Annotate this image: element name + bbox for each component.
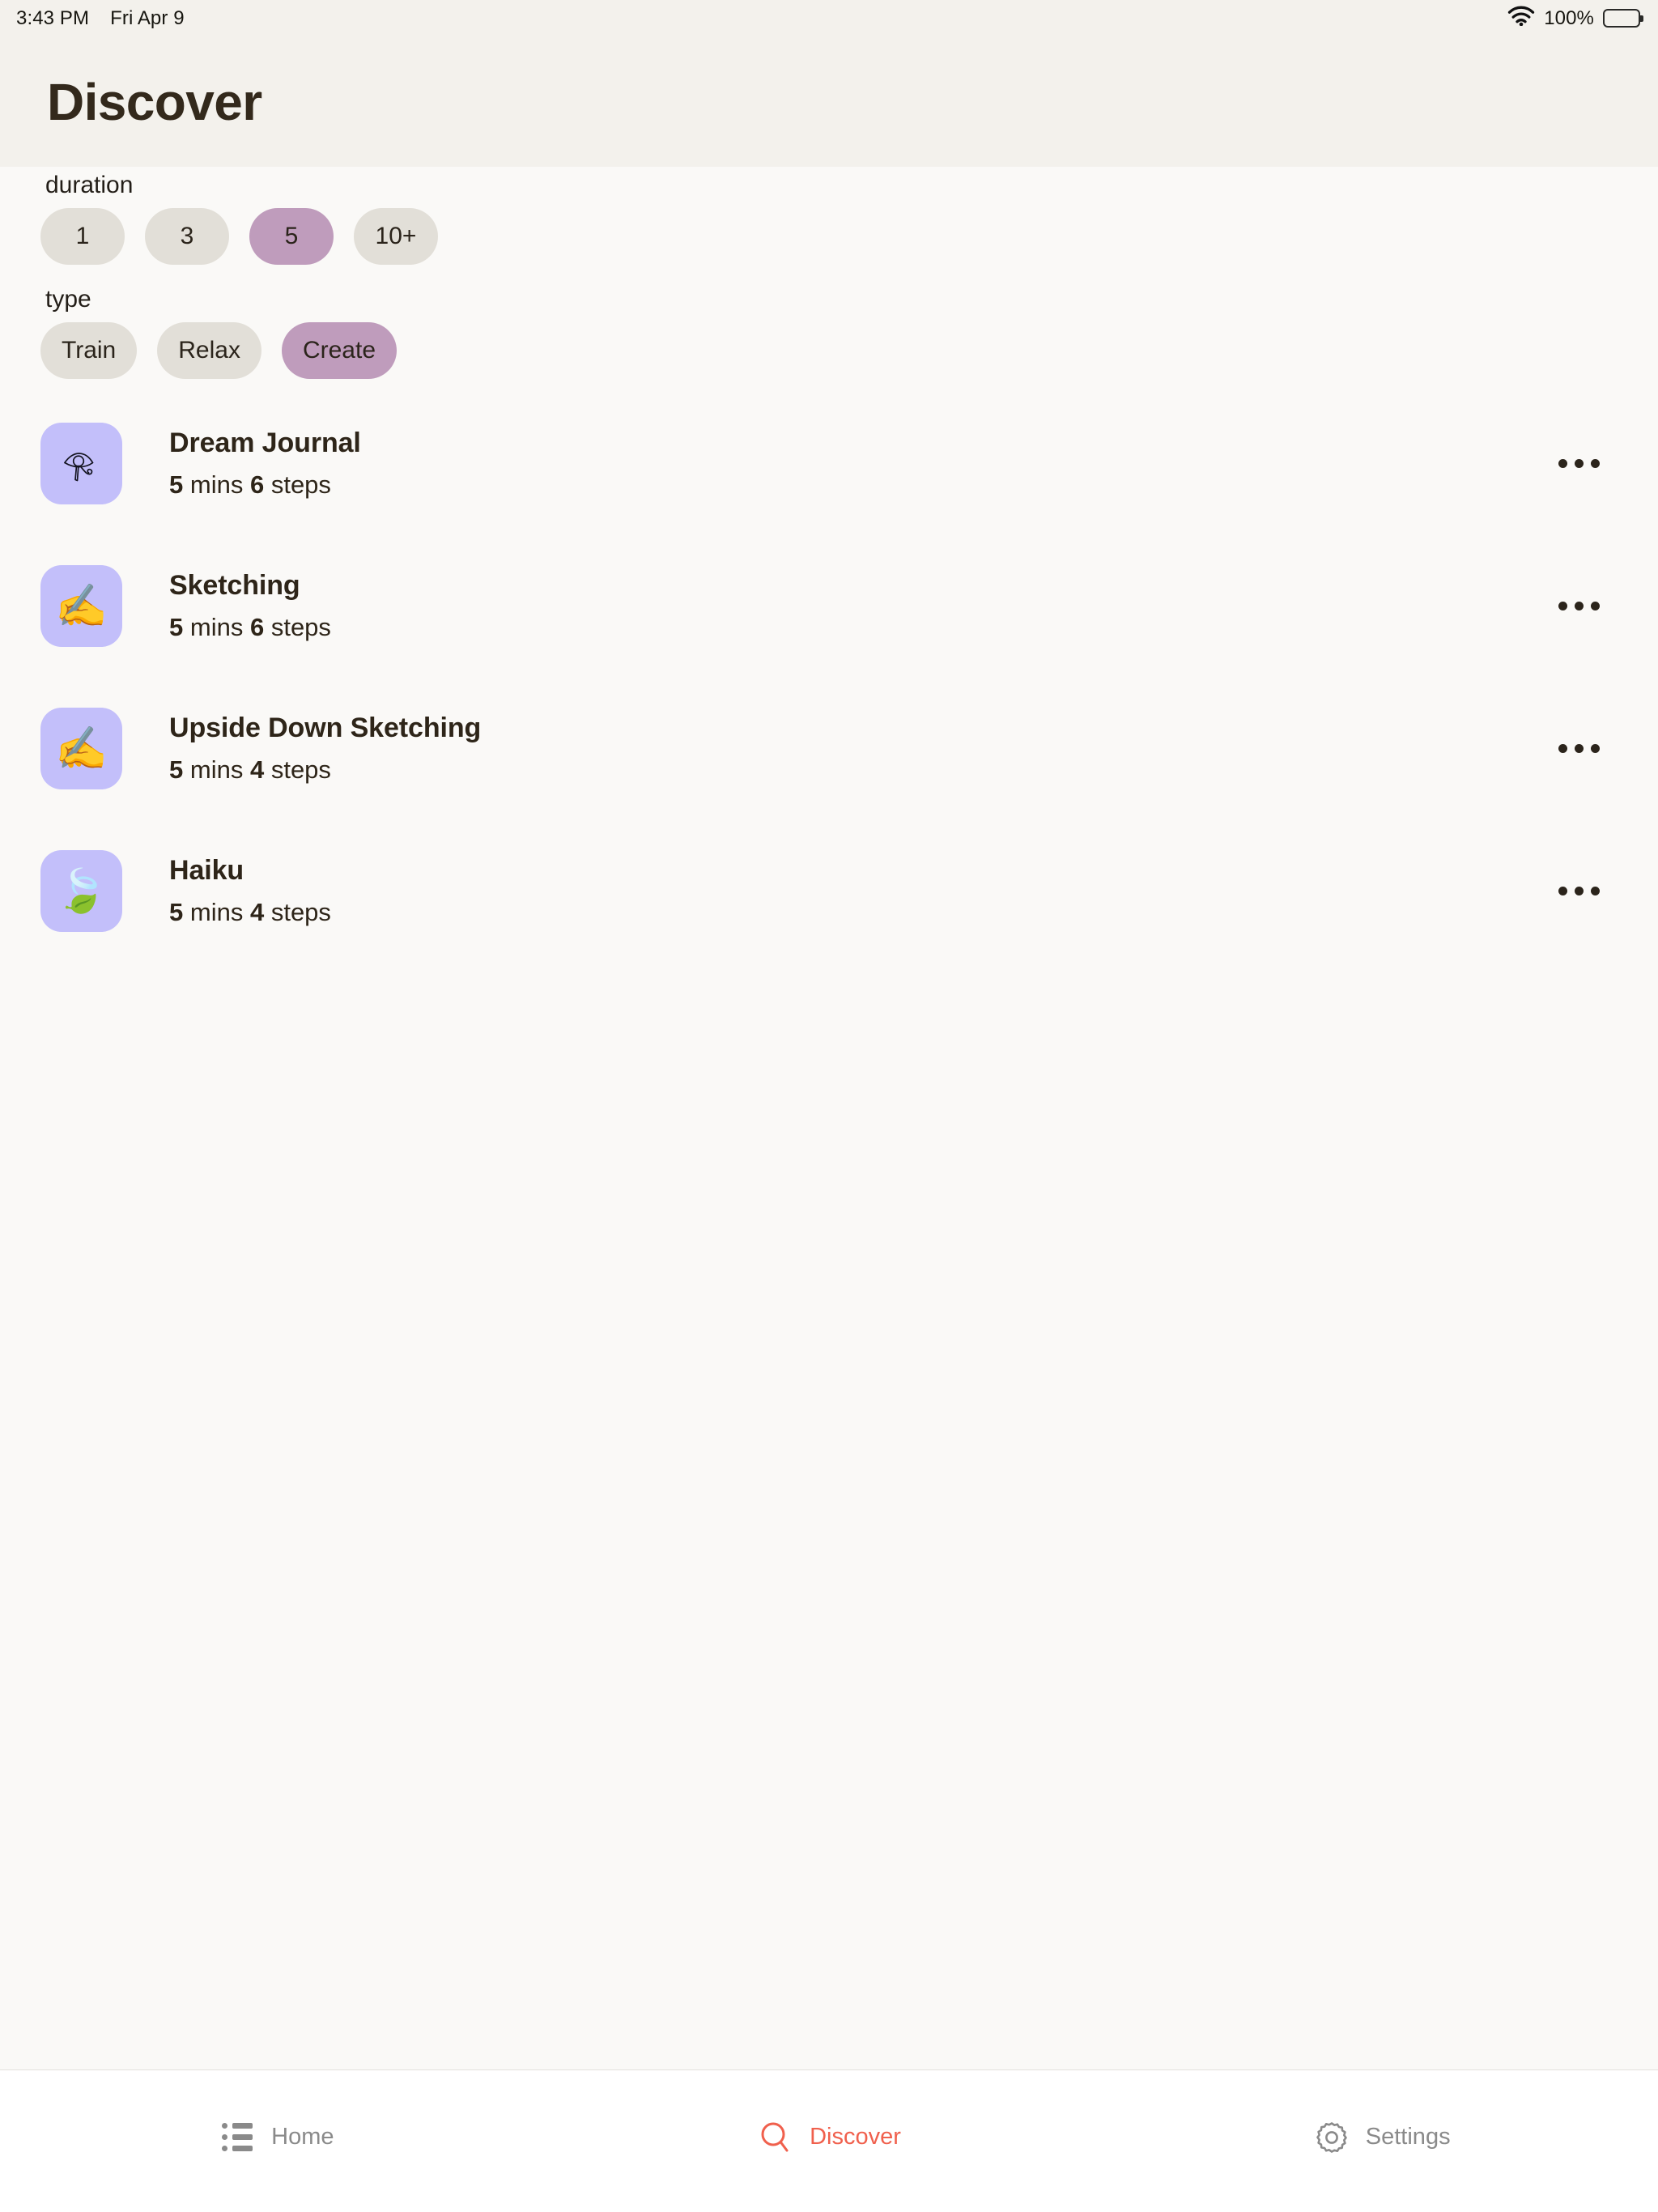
duration-chip-3[interactable]: 3 [145,208,229,265]
chip-row-type: Train Relax Create [40,322,1618,379]
tab-settings-label: Settings [1365,2124,1451,2150]
activity-minutes: 5 [169,755,184,784]
activity-meta: 5 mins 6 steps [169,470,361,500]
leaf-fluttering-icon: 🍃 [40,850,122,932]
wifi-icon [1507,6,1535,32]
activity-title: Upside Down Sketching [169,713,482,743]
status-bar: 3:43 PM Fri Apr 9 100% [0,0,1658,36]
writing-hand-icon: ✍️ [40,708,122,789]
tab-settings[interactable]: Settings [1105,2070,1658,2212]
status-date: Fri Apr 9 [110,6,185,29]
activity-meta: 5 mins 6 steps [169,613,331,642]
duration-chip-10plus[interactable]: 10+ [354,208,438,265]
battery-full-icon [1603,9,1640,28]
activity-steps: 6 [249,470,265,499]
filter-group-type: type Train Relax Create [40,281,1618,379]
activity-title: Haiku [169,855,244,886]
status-bar-right: 100% [1507,6,1640,32]
activity-text: Dream Journal 5 mins 6 steps [169,428,361,500]
activity-minutes-unit: mins [189,470,244,499]
filter-label-type: type [45,286,91,313]
tab-home[interactable]: Home [0,2070,553,2212]
eye-of-horus-icon [40,423,122,504]
type-chip-relax[interactable]: Relax [157,322,261,379]
battery-percentage: 100% [1544,6,1594,29]
activity-minutes: 5 [169,613,184,641]
activity-steps: 4 [249,898,265,926]
activity-minutes-unit: mins [189,755,244,784]
activity-steps: 6 [249,613,265,641]
writing-hand-icon: ✍️ [40,565,122,647]
filter-group-duration: duration 1 3 5 10+ [40,167,1618,265]
more-options-icon[interactable] [1549,869,1609,913]
tab-bar: Home Discover Settings [0,2069,1658,2212]
activity-row-upside-down-sketching[interactable]: ✍️ Upside Down Sketching 5 mins 4 steps [40,708,1618,789]
activity-steps-unit: steps [270,613,331,641]
activity-minutes: 5 [169,470,184,499]
status-bar-left: 3:43 PM Fri Apr 9 [16,7,185,30]
gear-icon [1313,2119,1350,2156]
activity-steps-unit: steps [270,755,331,784]
activity-title: Dream Journal [169,428,361,458]
type-chip-create[interactable]: Create [281,322,397,379]
duration-chip-5[interactable]: 5 [249,208,334,265]
activity-minutes-unit: mins [189,898,244,926]
activity-minutes: 5 [169,898,184,926]
more-options-icon[interactable] [1549,441,1609,486]
activity-row-haiku[interactable]: 🍃 Haiku 5 mins 4 steps [40,850,1618,932]
list-icon [219,2119,256,2156]
activity-meta: 5 mins 4 steps [169,755,481,785]
activity-steps: 4 [249,755,265,784]
status-time: 3:43 PM [16,6,90,29]
tab-discover[interactable]: Discover [553,2070,1106,2212]
activity-text: Haiku 5 mins 4 steps [169,855,331,927]
search-icon [757,2119,794,2156]
activity-row-dream-journal[interactable]: Dream Journal 5 mins 6 steps [40,423,1618,504]
activity-steps-unit: steps [270,898,331,926]
tab-home-label: Home [271,2124,334,2150]
chip-row-duration: 1 3 5 10+ [40,208,1618,265]
page-title: Discover [47,72,262,131]
tab-discover-label: Discover [810,2124,901,2150]
activity-list: Dream Journal 5 mins 6 steps ✍️ Sketchin… [40,423,1618,932]
header: Discover [0,36,1658,167]
activity-meta: 5 mins 4 steps [169,898,331,927]
type-chip-train[interactable]: Train [40,322,138,379]
activity-minutes-unit: mins [189,613,244,641]
activity-text: Sketching 5 mins 6 steps [169,570,331,642]
activity-steps-unit: steps [270,470,331,499]
more-options-icon[interactable] [1549,726,1609,771]
activity-title: Sketching [169,570,300,601]
filter-label-duration: duration [45,172,134,198]
more-options-icon[interactable] [1549,584,1609,628]
main-content: duration 1 3 5 10+ type Train Relax Crea… [0,167,1658,2106]
activity-text: Upside Down Sketching 5 mins 4 steps [169,713,481,785]
activity-row-sketching[interactable]: ✍️ Sketching 5 mins 6 steps [40,565,1618,647]
duration-chip-1[interactable]: 1 [40,208,125,265]
